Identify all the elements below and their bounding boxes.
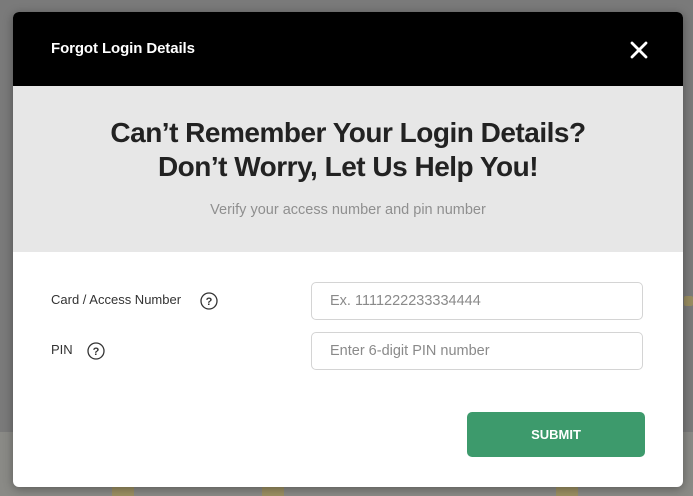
background-decoration <box>684 296 693 306</box>
pin-label: PIN <box>51 342 73 357</box>
question-circle-icon[interactable]: ? <box>87 342 105 360</box>
hero-title: Can’t Remember Your Login Details? Don’t… <box>13 116 683 184</box>
background-decoration <box>556 486 578 496</box>
modal-header: Forgot Login Details <box>13 12 683 86</box>
background-decoration <box>262 486 284 496</box>
forgot-login-modal: Forgot Login Details Can’t Remember Your… <box>13 12 683 487</box>
hero-subtitle: Verify your access number and pin number <box>210 202 486 218</box>
card-number-label: Card / Access Number <box>51 292 182 307</box>
submit-button[interactable]: SUBMIT <box>467 412 645 457</box>
card-number-input[interactable] <box>311 282 643 320</box>
close-icon <box>630 41 648 59</box>
hero-section: Can’t Remember Your Login Details? Don’t… <box>13 86 683 252</box>
question-circle-icon[interactable]: ? <box>200 292 218 310</box>
svg-text:?: ? <box>206 296 213 308</box>
pin-input[interactable] <box>311 332 643 370</box>
hero-title-line2: Don’t Worry, Let Us Help You! <box>157 151 539 182</box>
svg-text:?: ? <box>93 346 100 358</box>
modal-title: Forgot Login Details <box>51 40 195 57</box>
hero-title-line1: Can’t Remember Your Login Details? <box>110 117 586 148</box>
close-button[interactable] <box>625 36 653 64</box>
